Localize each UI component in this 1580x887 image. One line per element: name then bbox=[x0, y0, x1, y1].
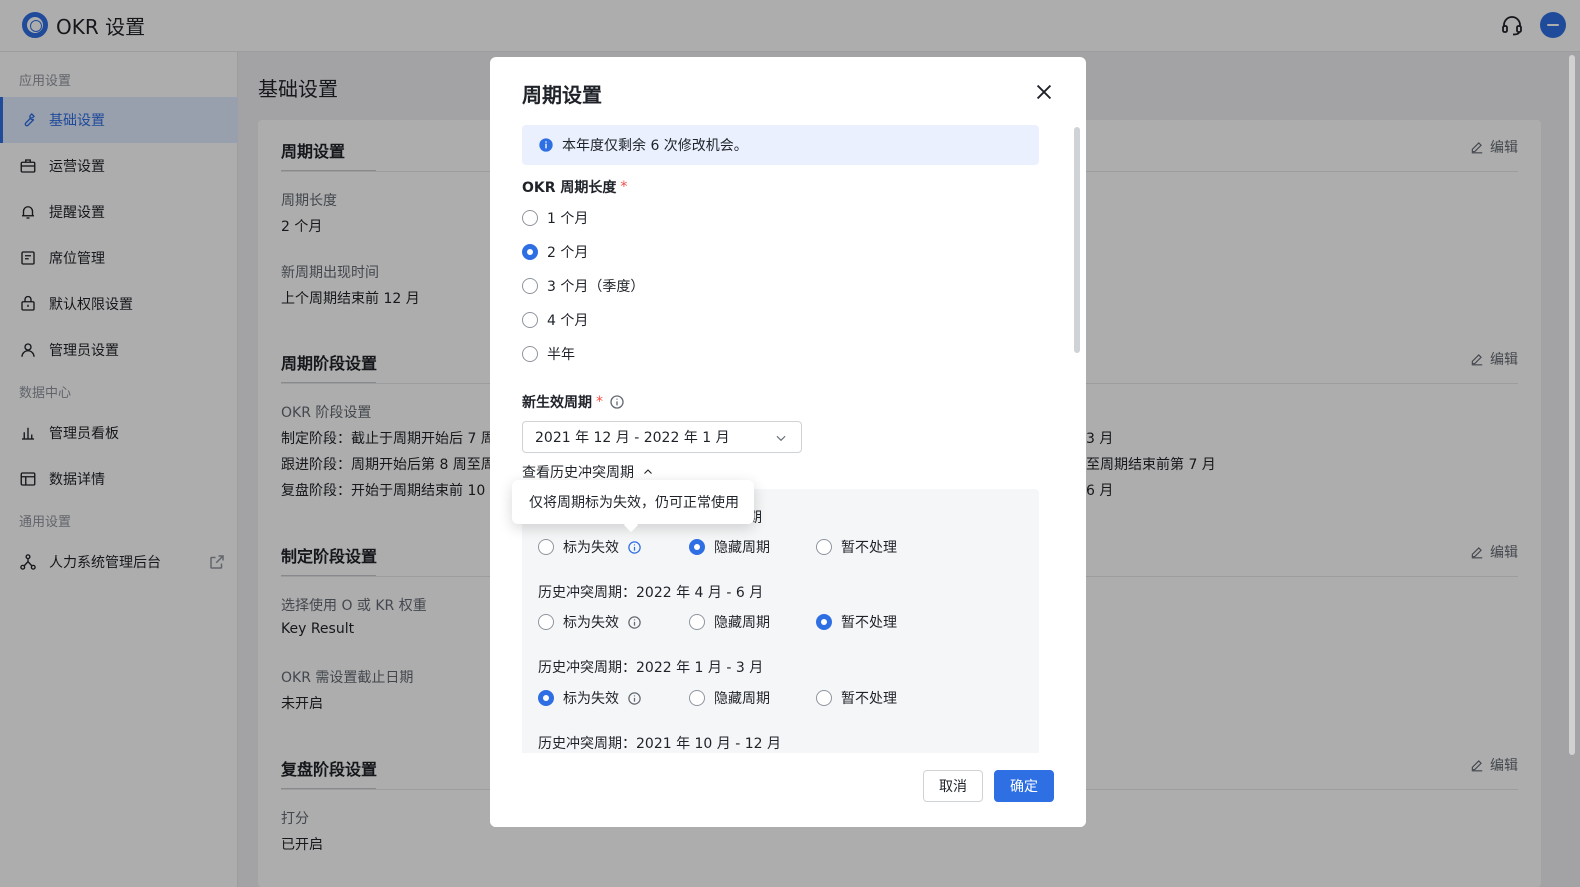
modal-scrollbar[interactable] bbox=[1074, 127, 1080, 353]
effective-cycle-label: 新生效周期 * bbox=[522, 392, 625, 412]
radio-circle[interactable] bbox=[538, 539, 554, 555]
radio-length-half-year[interactable]: 半年 bbox=[522, 344, 575, 364]
info-filled-icon bbox=[539, 138, 553, 152]
modal-title: 周期设置 bbox=[522, 83, 602, 107]
conflict-1-hide[interactable]: 隐藏周期 bbox=[689, 612, 770, 632]
modal-footer: 取消 确定 bbox=[490, 753, 1086, 827]
remaining-changes-alert: 本年度仅剩余 6 次修改机会。 bbox=[522, 125, 1039, 165]
conflict-2-skip[interactable]: 暂不处理 bbox=[816, 688, 897, 708]
conflict-title: 历史冲突周期：2022 年 4 月 - 6 月 bbox=[538, 585, 764, 601]
info-icon[interactable] bbox=[627, 615, 642, 630]
radio-circle[interactable] bbox=[816, 690, 832, 706]
radio-circle[interactable] bbox=[522, 346, 538, 362]
conflict-0-skip[interactable]: 暂不处理 bbox=[816, 537, 897, 557]
info-icon[interactable] bbox=[627, 691, 642, 706]
radio-circle-checked[interactable] bbox=[538, 690, 554, 706]
invalid-info-tooltip: 仅将周期标为失效，仍可正常使用 bbox=[512, 480, 754, 524]
radio-circle[interactable] bbox=[816, 539, 832, 555]
conflict-title: 历史冲突周期：2021 年 10 月 - 12 月 bbox=[538, 736, 782, 752]
conflict-0-hide[interactable]: 隐藏周期 bbox=[689, 537, 770, 557]
radio-circle-checked[interactable] bbox=[522, 244, 538, 260]
radio-circle[interactable] bbox=[689, 614, 705, 630]
radio-length-4m[interactable]: 4 个月 bbox=[522, 310, 588, 330]
chevron-down-icon bbox=[776, 435, 786, 442]
close-icon[interactable] bbox=[1033, 81, 1055, 103]
radio-circle-checked[interactable] bbox=[689, 539, 705, 555]
radio-circle[interactable] bbox=[522, 312, 538, 328]
conflict-title: 历史冲突周期：2022 年 1 月 - 3 月 bbox=[538, 660, 764, 676]
radio-length-3m[interactable]: 3 个月（季度） bbox=[522, 276, 644, 296]
radio-circle[interactable] bbox=[522, 278, 538, 294]
chevron-up-icon bbox=[644, 469, 652, 474]
radio-circle[interactable] bbox=[689, 690, 705, 706]
radio-circle-checked[interactable] bbox=[816, 614, 832, 630]
radio-circle[interactable] bbox=[538, 614, 554, 630]
info-icon[interactable] bbox=[609, 394, 625, 410]
page-scrollbar[interactable] bbox=[1569, 55, 1575, 755]
conflict-1-skip[interactable]: 暂不处理 bbox=[816, 612, 897, 632]
conflict-0-invalid[interactable]: 标为失效 bbox=[538, 537, 642, 557]
required-mark: * bbox=[596, 394, 603, 410]
info-icon[interactable] bbox=[627, 540, 642, 555]
conflict-2-invalid[interactable]: 标为失效 bbox=[538, 688, 642, 708]
cancel-button[interactable]: 取消 bbox=[923, 770, 983, 802]
required-mark: * bbox=[620, 179, 628, 195]
conflict-2-hide[interactable]: 隐藏周期 bbox=[689, 688, 770, 708]
radio-length-1m[interactable]: 1 个月 bbox=[522, 208, 588, 228]
history-conflicts-toggle[interactable]: 查看历史冲突周期 bbox=[522, 462, 654, 482]
confirm-button[interactable]: 确定 bbox=[994, 770, 1054, 802]
cycle-length-label: OKR 周期长度 * bbox=[522, 179, 628, 196]
effective-cycle-select[interactable]: 2021 年 12 月 - 2022 年 1 月 bbox=[522, 421, 802, 453]
conflict-list: 期 标为失效 隐藏周期 暂不处理 历史冲突周期：2022 年 4 月 - 6 月… bbox=[522, 489, 1039, 753]
conflict-1-invalid[interactable]: 标为失效 bbox=[538, 612, 642, 632]
radio-length-2m[interactable]: 2 个月 bbox=[522, 242, 588, 262]
radio-circle[interactable] bbox=[522, 210, 538, 226]
cycle-settings-modal: 周期设置 本年度仅剩余 6 次修改机会。 OKR 周期长度 * 1 个月 2 个… bbox=[490, 57, 1086, 827]
modal-body: 本年度仅剩余 6 次修改机会。 OKR 周期长度 * 1 个月 2 个月 3 个… bbox=[490, 125, 1086, 753]
